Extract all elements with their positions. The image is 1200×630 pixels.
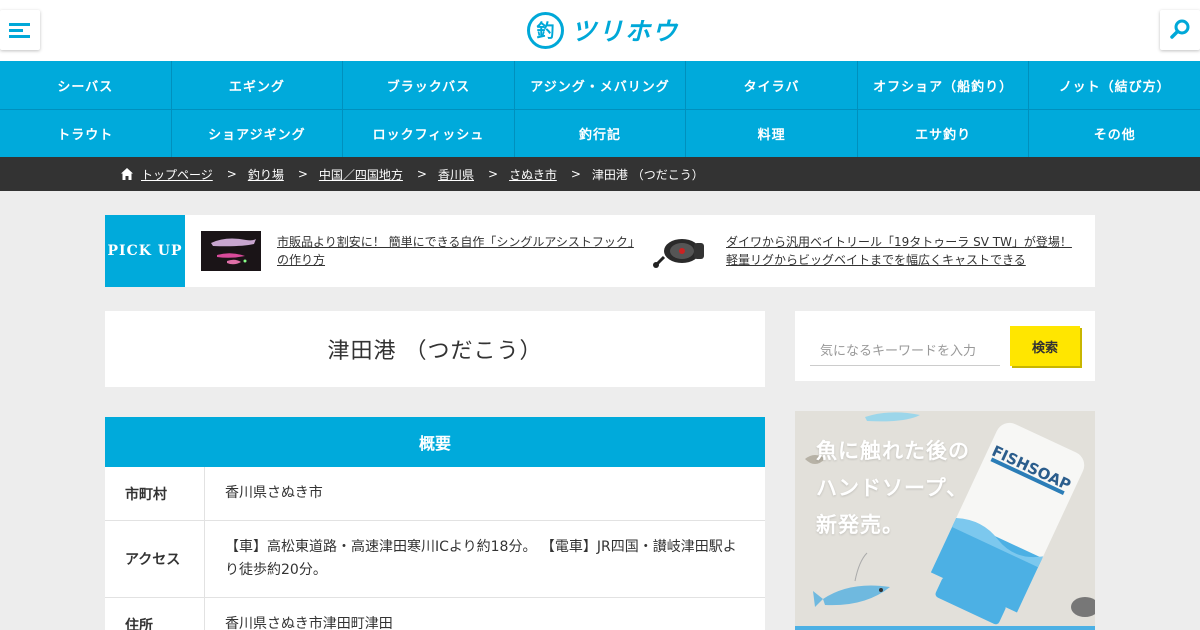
page-title-box: 津田港 （つだこう）	[105, 311, 765, 387]
nav-item-rockfish[interactable]: ロックフィッシュ	[343, 110, 515, 157]
search-input[interactable]	[810, 338, 1000, 366]
row-value: 香川県さぬき市津田町津田	[225, 616, 393, 630]
breadcrumb-link-top[interactable]: トップページ	[141, 166, 213, 183]
breadcrumb-separator: >	[488, 167, 499, 181]
search-button[interactable]: 検索	[1010, 326, 1080, 366]
bait-reel-thumbnail	[650, 231, 710, 271]
breadcrumb-separator: >	[226, 167, 237, 181]
nav-row: シーバス エギング ブラックバス アジング・メバリング タイラバ オフショア（船…	[0, 61, 1200, 109]
nav-item-tairaba[interactable]: タイラバ	[686, 61, 858, 109]
row-value: 香川県さぬき市	[225, 485, 323, 501]
jig-hook-thumbnail	[201, 231, 261, 271]
nav-item-knot[interactable]: ノット（結び方）	[1029, 61, 1200, 109]
row-label: アクセス	[105, 521, 205, 597]
overview-table: 概要 市町村 香川県さぬき市 アクセス 【車】高松東道路・高速津田寒川ICより約…	[105, 417, 765, 630]
menu-bar-icon	[9, 29, 23, 32]
nav-item-blackbass[interactable]: ブラックバス	[343, 61, 515, 109]
pickup-label: PICK UP	[105, 215, 185, 287]
nav-item-ajing[interactable]: アジング・メバリング	[515, 61, 687, 109]
nav-item-bait-fishing[interactable]: エサ釣り	[858, 110, 1030, 157]
nav-item-other[interactable]: その他	[1029, 110, 1200, 157]
nav-item-cooking[interactable]: 料理	[686, 110, 858, 157]
nav-item-offshore[interactable]: オフショア（船釣り）	[858, 61, 1030, 109]
breadcrumb-current: 津田港 （つだこう）	[591, 167, 704, 182]
pickup-bar: PICK UP 市販品より割安に！ 簡単にできる自作「シングルアシストフック」の…	[105, 215, 1095, 287]
breadcrumb-link-prefecture[interactable]: 香川県	[438, 166, 474, 183]
row-label: 住所	[105, 598, 205, 630]
ad-copy-line: ハンドソープ、	[816, 476, 969, 500]
site-header: 釣 ツリホウ	[0, 0, 1200, 61]
sidebar-search: 検索	[795, 311, 1095, 381]
table-row: アクセス 【車】高松東道路・高速津田寒川ICより約18分。 【電車】JR四国・讃…	[105, 521, 765, 598]
site-logo[interactable]: 釣 ツリホウ	[527, 11, 679, 49]
logo-mark: 釣	[527, 11, 564, 49]
header-search-button[interactable]	[1160, 10, 1200, 50]
ad-copy-line: 新発売。	[816, 513, 904, 537]
page-title: 津田港 （つだこう）	[327, 339, 543, 364]
table-row: 市町村 香川県さぬき市	[105, 467, 765, 521]
nav-item-eging[interactable]: エギング	[172, 61, 344, 109]
breadcrumb-separator: >	[570, 167, 581, 181]
nav-item-shore-jigging[interactable]: ショアジギング	[172, 110, 344, 157]
breadcrumb-link-region[interactable]: 中国／四国地方	[319, 166, 403, 183]
breadcrumb: トップページ > 釣り場 > 中国／四国地方 > 香川県 > さぬき市 > 津田…	[0, 157, 1200, 191]
category-nav: シーバス エギング ブラックバス アジング・メバリング タイラバ オフショア（船…	[0, 61, 1200, 157]
ad-copy-line: 魚に触れた後の	[816, 439, 970, 463]
nav-item-trout[interactable]: トラウト	[0, 110, 172, 157]
menu-bar-icon	[9, 23, 30, 26]
pickup-article[interactable]: 市販品より割安に！ 簡単にできる自作「シングルアシストフック」の作り方	[201, 231, 641, 271]
home-icon	[121, 168, 133, 180]
pickup-article-link[interactable]: 市販品より割安に！ 簡単にできる自作「シングルアシストフック」の作り方	[277, 233, 637, 269]
overview-heading: 概要	[105, 417, 765, 467]
hamburger-menu-button[interactable]	[0, 10, 40, 50]
fishsoap-ad-banner[interactable]: FISHSOAP 魚に触れた後の ハンドソープ、 新発売。	[795, 411, 1095, 630]
pickup-article[interactable]: ダイワから汎用ベイトリール「19タトゥーラ SV TW」が登場！軽量リグからビッ…	[650, 231, 1080, 271]
breadcrumb-link-spots[interactable]: 釣り場	[248, 166, 284, 183]
nav-item-fishing-report[interactable]: 釣行記	[515, 110, 687, 157]
logo-text: ツリホウ	[571, 17, 680, 46]
breadcrumb-link-city[interactable]: さぬき市	[509, 166, 557, 183]
breadcrumb-separator: >	[297, 167, 308, 181]
row-label: 市町村	[105, 467, 205, 520]
row-value: 【車】高松東道路・高速津田寒川ICより約18分。 【電車】JR四国・讃岐津田駅よ…	[225, 539, 737, 578]
pickup-article-link[interactable]: ダイワから汎用ベイトリール「19タトゥーラ SV TW」が登場！軽量リグからビッ…	[726, 233, 1076, 269]
nav-item-seabass[interactable]: シーバス	[0, 61, 172, 109]
search-icon	[1170, 19, 1190, 39]
menu-bar-icon	[9, 35, 30, 38]
table-row: 住所 香川県さぬき市津田町津田	[105, 598, 765, 630]
nav-row: トラウト ショアジギング ロックフィッシュ 釣行記 料理 エサ釣り その他	[0, 109, 1200, 157]
breadcrumb-separator: >	[416, 167, 427, 181]
